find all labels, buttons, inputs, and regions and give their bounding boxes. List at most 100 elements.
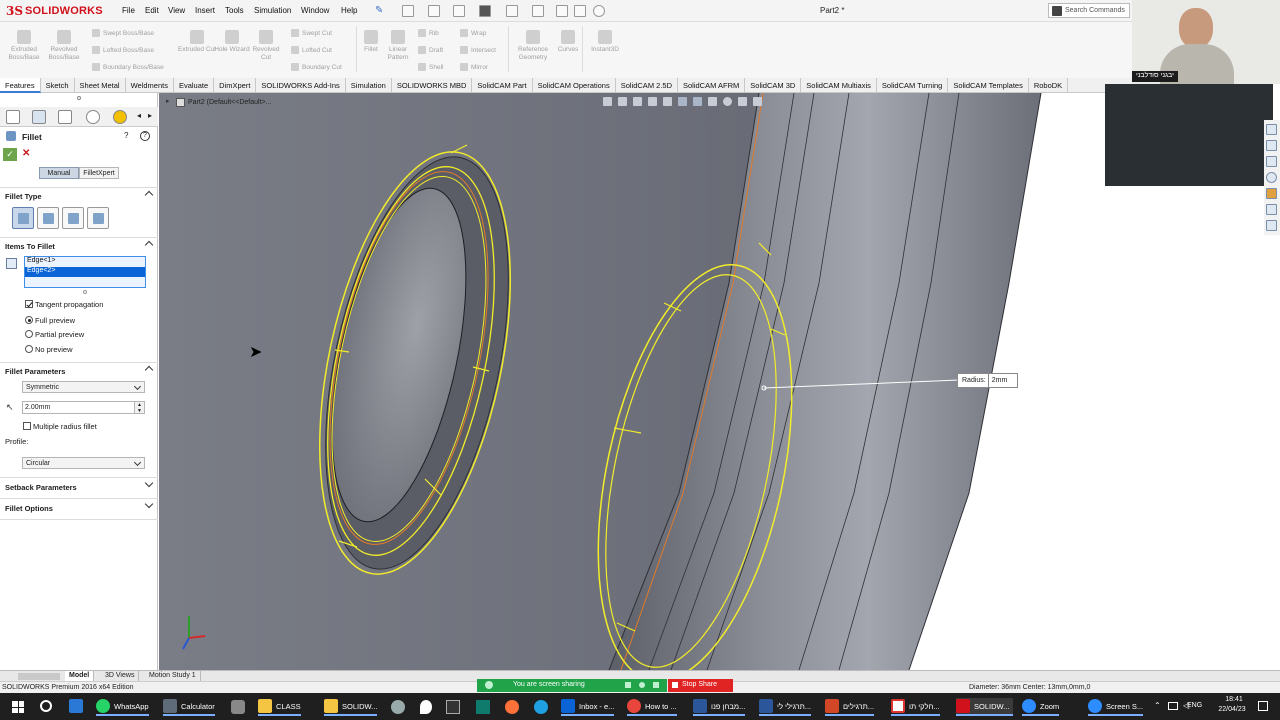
- configuration-manager-icon[interactable]: [58, 110, 72, 124]
- solidworks-resources-icon[interactable]: [1266, 124, 1277, 135]
- radius-spinner[interactable]: ▲ ▼: [134, 401, 145, 414]
- items-to-fillet-header[interactable]: Items To Fillet: [0, 240, 158, 251]
- setback-parameters-header[interactable]: Setback Parameters: [0, 478, 158, 492]
- taskbar-solidworks-folder[interactable]: SOLIDW...: [324, 698, 378, 716]
- resize-grip-icon[interactable]: [83, 290, 87, 294]
- maps-icon[interactable]: [420, 700, 432, 714]
- tab-solidworks-mbd[interactable]: SOLIDWORKS MBD: [392, 78, 473, 93]
- language-indicator[interactable]: ENG: [1187, 702, 1202, 709]
- appearances-icon[interactable]: [1266, 188, 1277, 199]
- zoom-to-fit-icon[interactable]: [603, 97, 612, 106]
- view-palette-icon[interactable]: [1266, 172, 1277, 183]
- fillet-button[interactable]: Fillet: [358, 30, 384, 54]
- calendar-app-icon[interactable]: [69, 699, 83, 713]
- property-manager-icon[interactable]: [32, 110, 46, 124]
- menu-insert[interactable]: Insert: [195, 6, 215, 15]
- revolved-boss-button[interactable]: Revolved Boss/Base: [44, 30, 84, 62]
- reference-geometry-button[interactable]: Reference Geometry: [512, 30, 554, 62]
- help-icon[interactable]: ?: [140, 131, 150, 141]
- feature-manager-icon[interactable]: [6, 110, 20, 124]
- tab-features[interactable]: Features: [0, 78, 41, 93]
- taskbar-outlook[interactable]: Inbox - e...: [561, 698, 615, 716]
- taskbar-powerpoint[interactable]: תרגילים...: [825, 698, 875, 716]
- previous-view-icon[interactable]: [633, 97, 642, 106]
- clock-time[interactable]: 18:41: [1214, 696, 1254, 703]
- search-icon[interactable]: [40, 700, 52, 712]
- radius-callout[interactable]: Radius: 2mm: [957, 373, 1018, 388]
- collapse-chevron-icon[interactable]: [144, 190, 154, 200]
- section-view-icon[interactable]: [648, 97, 657, 106]
- taskbar-whatsapp[interactable]: WhatsApp: [96, 698, 149, 716]
- design-library-icon[interactable]: [1266, 140, 1277, 151]
- panel-grip-icon[interactable]: [77, 96, 81, 100]
- clock-date[interactable]: 22/04/23: [1210, 706, 1254, 713]
- menu-help[interactable]: Help: [341, 6, 357, 15]
- collapse-chevron-icon[interactable]: [144, 365, 154, 375]
- rib-button[interactable]: Rib: [418, 29, 439, 37]
- revolved-cut-button[interactable]: Revolved Cut: [248, 30, 284, 62]
- taskbar-word-1[interactable]: מבחן פנו...: [693, 698, 746, 716]
- radius-callout-value[interactable]: 2mm: [989, 374, 1010, 387]
- taskbar-calculator[interactable]: Calculator: [163, 698, 215, 716]
- app-icon[interactable]: [391, 700, 405, 714]
- options-gear-icon[interactable]: [593, 5, 605, 17]
- full-round-fillet-button[interactable]: [87, 207, 109, 229]
- search-commands-input[interactable]: Search Commands: [1048, 3, 1130, 18]
- dynamic-annotation-icon[interactable]: [663, 97, 672, 106]
- dimxpert-icon[interactable]: [86, 110, 100, 124]
- hole-wizard-button[interactable]: Hole Wizard: [214, 30, 250, 54]
- menu-simulation[interactable]: Simulation: [254, 6, 291, 15]
- select-icon[interactable]: [532, 5, 544, 17]
- edit-appearance-icon[interactable]: [723, 97, 732, 106]
- wrap-button[interactable]: Wrap: [460, 29, 486, 37]
- profile-select[interactable]: Circular: [22, 457, 145, 469]
- fillet-parameters-header[interactable]: Fillet Parameters: [0, 365, 158, 376]
- tangent-propagation-checkbox[interactable]: [25, 300, 33, 308]
- tab-weldments[interactable]: Weldments: [126, 78, 174, 93]
- taskbar-screen-share[interactable]: Screen S...: [1088, 698, 1144, 716]
- menu-view[interactable]: View: [168, 6, 185, 15]
- undo-icon[interactable]: [506, 5, 518, 17]
- full-preview-radio[interactable]: [25, 316, 33, 324]
- edge-icon[interactable]: [534, 700, 548, 714]
- tab-evaluate[interactable]: Evaluate: [174, 78, 215, 93]
- cancel-x-button[interactable]: ✕: [22, 148, 30, 159]
- notifications-icon[interactable]: [1258, 701, 1268, 711]
- symmetric-select[interactable]: Symmetric: [22, 381, 145, 393]
- items-to-fillet-list[interactable]: Edge<1> Edge<2>: [24, 256, 146, 288]
- tab-robodk[interactable]: RoboDK: [1029, 78, 1069, 93]
- mirror-button[interactable]: Mirror: [460, 63, 488, 71]
- custom-properties-icon[interactable]: [1266, 204, 1277, 215]
- linear-pattern-button[interactable]: Linear Pattern: [384, 30, 412, 62]
- swept-cut-button[interactable]: Swept Cut: [291, 29, 332, 37]
- zoom-area-icon[interactable]: [618, 97, 627, 106]
- taskbar-word-2[interactable]: תרגילי לי...: [759, 698, 812, 716]
- windows-start-icon[interactable]: [12, 701, 24, 713]
- apply-scene-icon[interactable]: [738, 97, 747, 106]
- intersect-button[interactable]: Intersect: [460, 46, 496, 54]
- taskbar-solidworks-app[interactable]: SOLIDW...: [956, 698, 1014, 716]
- boundary-boss-button[interactable]: Boundary Boss/Base: [92, 63, 164, 71]
- tab-dimxpert[interactable]: DimXpert: [214, 78, 257, 93]
- pause-icon[interactable]: [625, 682, 631, 688]
- app-icon[interactable]: [446, 700, 460, 714]
- tab-solidcam-part[interactable]: SolidCAM Part: [472, 78, 533, 93]
- display-style-icon[interactable]: [693, 97, 702, 106]
- tab-simulation[interactable]: Simulation: [346, 78, 392, 93]
- stop-share-button[interactable]: Stop Share: [668, 679, 733, 692]
- menu-file[interactable]: File: [122, 6, 135, 15]
- tab-sheet-metal[interactable]: Sheet Metal: [75, 78, 126, 93]
- extruded-boss-button[interactable]: Extruded Boss/Base: [4, 30, 44, 62]
- save-icon[interactable]: [453, 5, 465, 17]
- fillet-type-header[interactable]: Fillet Type: [0, 190, 158, 201]
- print-icon[interactable]: [479, 5, 491, 17]
- multiple-radius-checkbox[interactable]: [23, 422, 31, 430]
- radius-input[interactable]: 2.00mm: [22, 401, 136, 414]
- tab-solidcam-operations[interactable]: SolidCAM Operations: [533, 78, 616, 93]
- tab-solidcam-multiaxis[interactable]: SolidCAM Multiaxis: [801, 78, 877, 93]
- hide-show-items-icon[interactable]: [708, 97, 717, 106]
- extruded-cut-button[interactable]: Extruded Cut: [178, 30, 216, 54]
- menu-tools[interactable]: Tools: [225, 6, 244, 15]
- tab-scroll-arrows[interactable]: [18, 673, 60, 680]
- swept-boss-button[interactable]: Swept Boss/Base: [92, 29, 154, 37]
